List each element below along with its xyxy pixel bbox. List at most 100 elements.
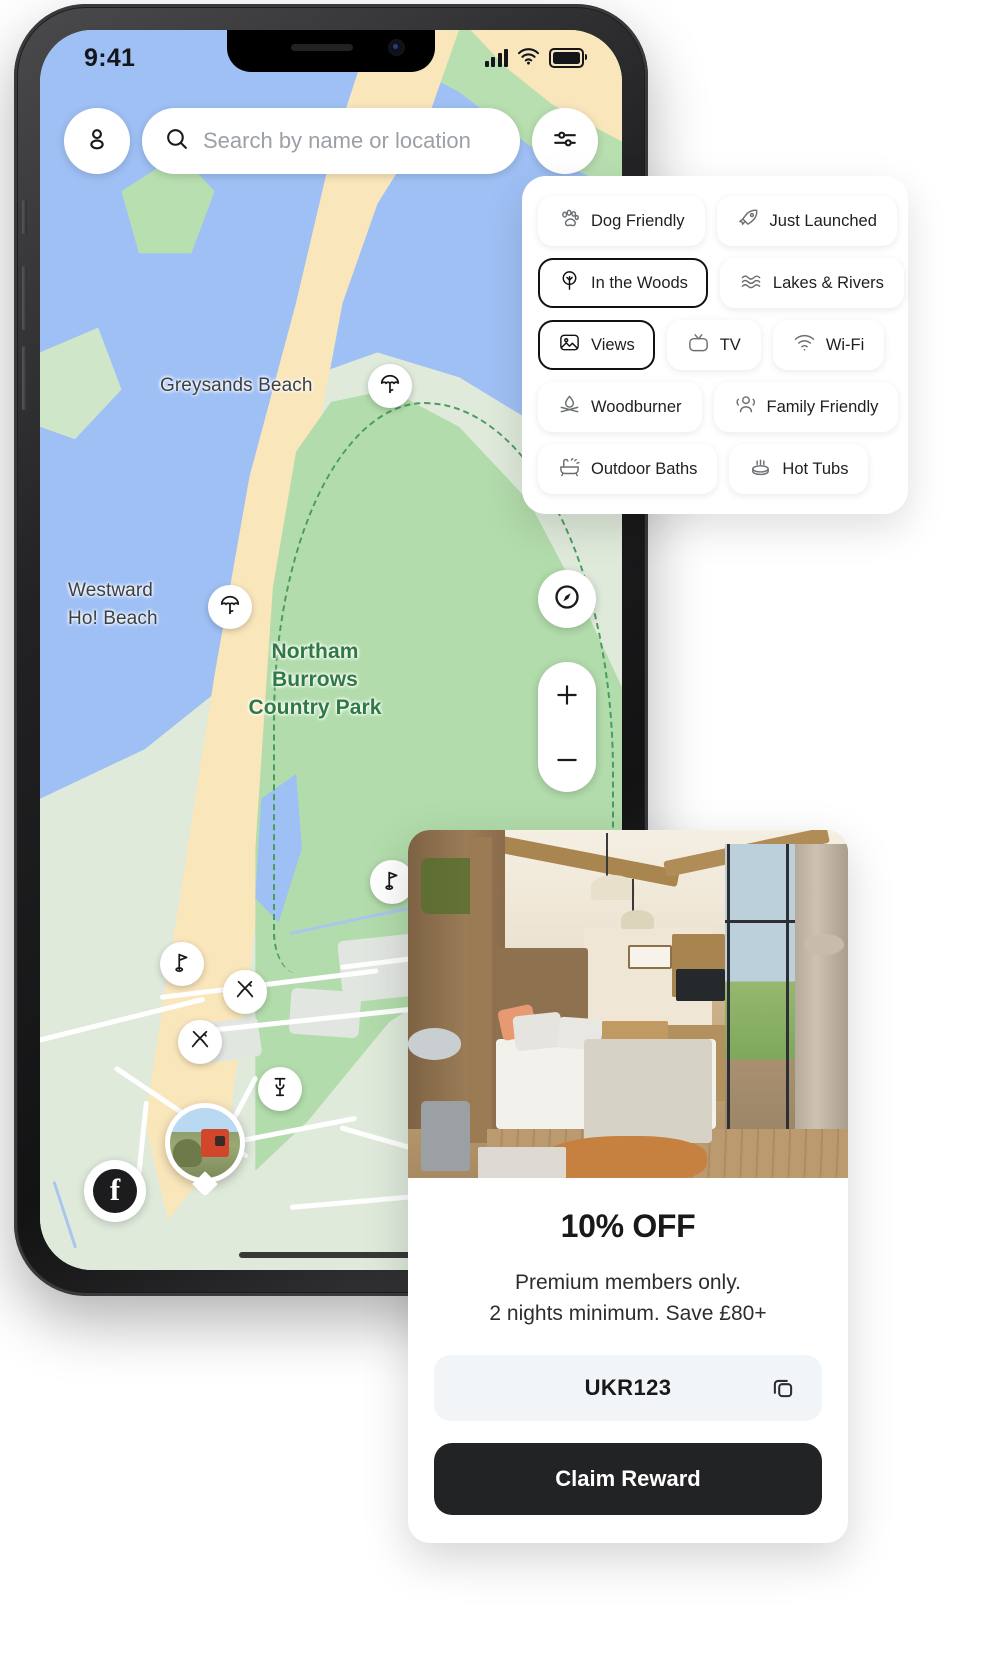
filter-chip-just-launched[interactable]: Just Launched <box>716 196 897 246</box>
wifi-icon <box>517 46 540 70</box>
claim-reward-label: Claim Reward <box>555 1466 701 1491</box>
filter-chip-wifi[interactable]: Wi-Fi <box>772 320 885 370</box>
front-camera <box>390 41 403 54</box>
property-pin[interactable] <box>165 1103 245 1197</box>
filter-chip-label: Outdoor Baths <box>591 459 698 478</box>
beach-umbrella-icon <box>219 594 241 621</box>
facebook-button[interactable]: f <box>84 1160 146 1222</box>
filter-chip-label: TV <box>719 335 741 354</box>
filter-chip-label: Woodburner <box>591 397 682 416</box>
filter-chip-label: Just Launched <box>769 211 877 230</box>
filter-chip-in-the-woods[interactable]: In the Woods <box>538 258 708 308</box>
zoom-controls <box>538 662 596 792</box>
filter-chip-label: Family Friendly <box>766 397 879 416</box>
bar-marker[interactable] <box>258 1067 302 1111</box>
promo-title: 10% OFF <box>560 1208 696 1244</box>
cutlery-icon <box>189 1029 211 1056</box>
zoom-in-button[interactable] <box>538 662 596 727</box>
filter-chip-views[interactable]: Views <box>538 320 655 370</box>
compass-icon <box>553 583 581 616</box>
map-label-burrows: Burrows <box>272 668 358 691</box>
promo-subtitle-line2: 2 nights minimum. Save £80+ <box>489 1302 767 1325</box>
facebook-glyph: f <box>109 1172 121 1207</box>
filter-row: Views TV Wi-Fi <box>538 320 892 370</box>
status-time: 9:41 <box>84 44 136 72</box>
rocket-icon <box>737 207 760 235</box>
filter-chip-hot-tubs[interactable]: Hot Tubs <box>729 444 869 494</box>
promo-code: UKR123 <box>584 1375 672 1400</box>
filter-row: In the Woods Lakes & Rivers <box>538 258 904 308</box>
filter-chip-tv[interactable]: TV <box>666 320 761 370</box>
search-row: Search by name or location <box>64 108 598 174</box>
image-icon <box>558 331 581 359</box>
cabin-interior-photo <box>408 830 848 1178</box>
people-icon <box>734 393 757 421</box>
facebook-icon: f <box>93 1169 137 1213</box>
cellular-bars-icon <box>484 49 508 67</box>
cutlery-icon <box>234 979 256 1006</box>
filters-button[interactable] <box>532 108 598 174</box>
tree-icon <box>558 269 581 297</box>
filter-row: Woodburner Family Friendly <box>538 382 899 432</box>
flame-icon <box>558 393 581 421</box>
golf-flag-icon <box>171 951 193 978</box>
filter-chip-outdoor-baths[interactable]: Outdoor Baths <box>538 444 718 494</box>
compass-button[interactable] <box>538 570 596 628</box>
map-label-ho-beach: Ho! Beach <box>68 608 158 629</box>
hot-tub-icon <box>749 455 772 483</box>
copy-icon[interactable] <box>770 1375 796 1406</box>
search-input[interactable]: Search by name or location <box>142 108 520 174</box>
paw-icon <box>558 207 581 235</box>
filter-chip-family-friendly[interactable]: Family Friendly <box>713 382 899 432</box>
search-placeholder: Search by name or location <box>203 128 471 153</box>
status-icons <box>484 46 587 70</box>
filter-chip-label: Wi-Fi <box>825 335 865 354</box>
promo-card: 10% OFF Premium members only. 2 nights m… <box>408 830 848 1543</box>
person-icon <box>84 126 110 157</box>
filter-panel: Dog Friendly Just Launched In the Woods … <box>522 176 908 514</box>
silent-switch[interactable] <box>22 200 27 234</box>
battery-icon <box>549 48 587 68</box>
home-indicator <box>239 1252 423 1258</box>
bathtub-icon <box>558 455 581 483</box>
restaurant-marker-1[interactable] <box>223 970 267 1014</box>
promo-body: 10% OFF Premium members only. 2 nights m… <box>408 1178 848 1543</box>
search-icon <box>164 126 189 156</box>
wine-glass-icon <box>269 1076 291 1103</box>
filter-chip-label: Hot Tubs <box>782 459 849 478</box>
waves-icon <box>740 269 763 297</box>
filter-chip-label: Dog Friendly <box>591 211 685 230</box>
map-label-northam: Northam <box>271 640 359 663</box>
promo-code-box[interactable]: UKR123 <box>434 1355 822 1421</box>
earpiece-speaker <box>291 44 353 51</box>
volume-up-button[interactable] <box>22 266 27 330</box>
golf-marker-lower[interactable] <box>160 942 204 986</box>
filter-chip-label: Views <box>591 335 635 354</box>
filter-chip-dog-friendly[interactable]: Dog Friendly <box>538 196 705 246</box>
profile-button[interactable] <box>64 108 130 174</box>
zoom-out-button[interactable] <box>538 727 596 792</box>
beach-marker-greysands[interactable] <box>368 364 412 408</box>
map-label-greysands-beach: Greysands Beach <box>160 375 313 396</box>
filter-chip-label: In the Woods <box>591 273 688 292</box>
filter-chip-lakes-rivers[interactable]: Lakes & Rivers <box>719 258 904 308</box>
tv-icon <box>687 331 710 359</box>
promo-subtitle-line1: Premium members only. <box>515 1271 741 1294</box>
map-label-westward: Westward <box>68 580 153 601</box>
filter-row: Dog Friendly Just Launched <box>538 196 897 246</box>
filter-chip-label: Lakes & Rivers <box>772 273 884 292</box>
filter-row: Outdoor Baths Hot Tubs <box>538 444 892 494</box>
property-photo <box>170 1108 240 1178</box>
phone-notch <box>227 30 435 72</box>
map-label-country-park: Country Park <box>248 696 382 719</box>
claim-reward-button[interactable]: Claim Reward <box>434 1443 822 1515</box>
sliders-icon <box>552 126 578 157</box>
beach-marker-westward[interactable] <box>208 585 252 629</box>
restaurant-marker-2[interactable] <box>178 1020 222 1064</box>
wifi-icon <box>793 331 816 359</box>
promo-subtitle: Premium members only. 2 nights minimum. … <box>434 1267 822 1329</box>
volume-down-button[interactable] <box>22 346 27 410</box>
filter-chip-woodburner[interactable]: Woodburner <box>538 382 702 432</box>
beach-umbrella-icon <box>379 373 401 400</box>
golf-flag-icon <box>381 869 403 896</box>
